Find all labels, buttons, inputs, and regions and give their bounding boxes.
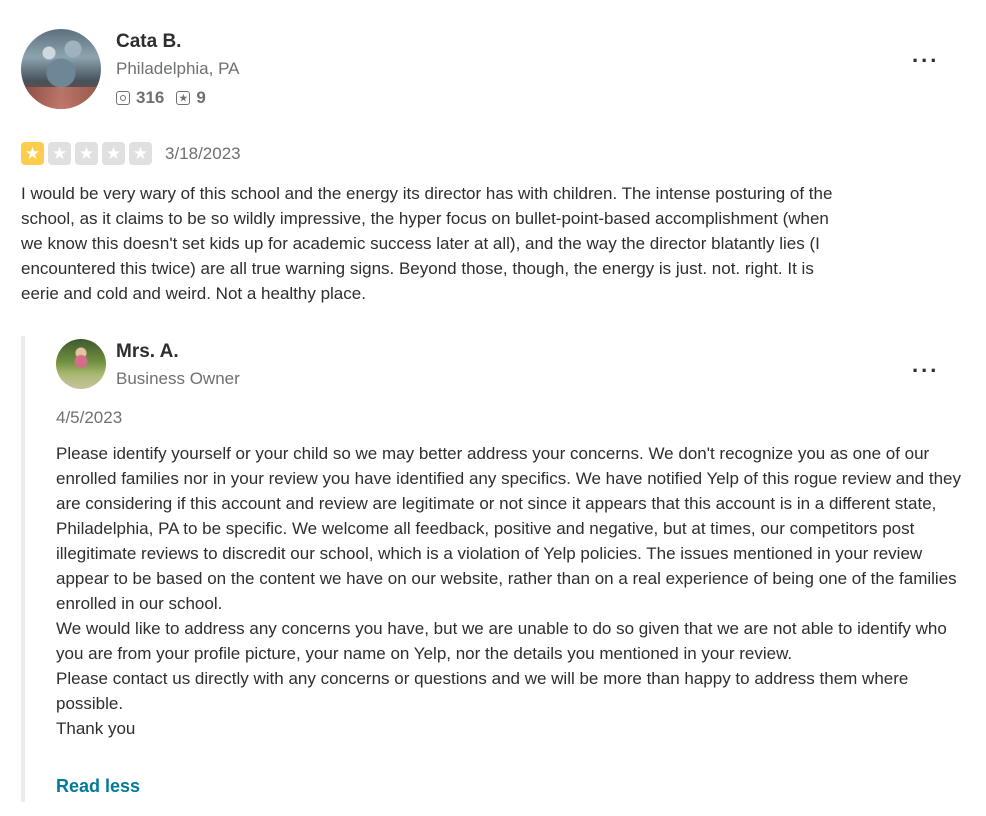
star-empty-icon: ★ xyxy=(75,142,98,165)
star-empty-icon: ★ xyxy=(102,142,125,165)
reply-more-options-button[interactable]: ... xyxy=(912,354,939,376)
star-filled-icon: ★ xyxy=(21,142,44,165)
owner-avatar[interactable] xyxy=(56,339,106,389)
star-empty-icon: ★ xyxy=(129,142,152,165)
reply-date: 4/5/2023 xyxy=(56,408,123,427)
star-rating: ★ ★ ★ ★ ★ xyxy=(21,142,156,165)
reviewer-avatar[interactable] xyxy=(21,29,101,109)
review-date: 3/18/2023 xyxy=(165,144,241,163)
reply-text: Please identify yourself or your child s… xyxy=(56,441,961,741)
reviewer-stats: 316 ★ 9 xyxy=(116,88,206,108)
reply-paragraph: Please contact us directly with any conc… xyxy=(56,669,909,713)
friends-count: 316 xyxy=(136,88,165,107)
owner-role: Business Owner xyxy=(116,369,240,388)
reply-divider xyxy=(21,336,25,802)
reviewer-location: Philadelphia, PA xyxy=(116,59,240,78)
reply-paragraph: We would like to address any concerns yo… xyxy=(56,619,947,663)
reviews-count: 9 xyxy=(196,88,206,107)
reviewer-name[interactable]: Cata B. xyxy=(116,31,181,53)
friends-icon xyxy=(116,91,130,105)
review-text: I would be very wary of this school and … xyxy=(21,184,833,303)
reply-paragraph: Please identify yourself or your child s… xyxy=(56,444,961,613)
review-more-options-button[interactable]: ... xyxy=(912,44,939,66)
read-less-link[interactable]: Read less xyxy=(56,776,140,797)
reply-paragraph: Thank you xyxy=(56,719,136,738)
star-empty-icon: ★ xyxy=(48,142,71,165)
reviews-icon: ★ xyxy=(176,91,191,105)
owner-name[interactable]: Mrs. A. xyxy=(116,341,179,363)
